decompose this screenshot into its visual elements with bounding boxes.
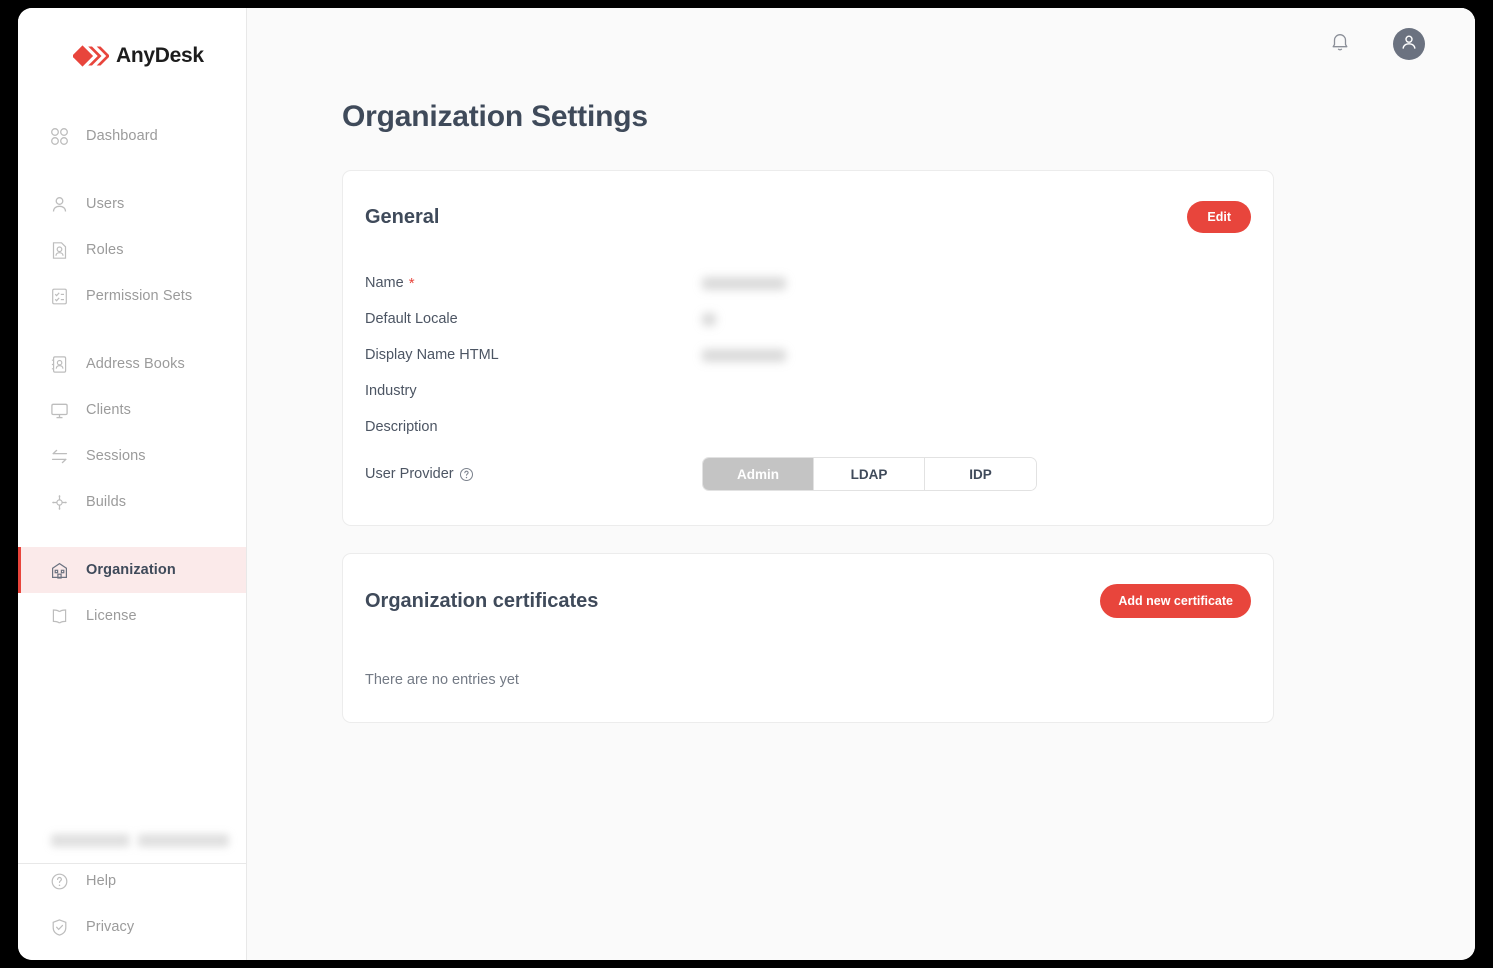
segment-ldap[interactable]: LDAP	[814, 458, 925, 490]
organization-building-icon	[49, 560, 70, 581]
nav-spacer	[18, 159, 246, 181]
license-book-icon	[49, 606, 70, 627]
field-label-text: Default Locale	[365, 311, 458, 327]
sidebar-item-permission-sets[interactable]: Permission Sets	[18, 273, 246, 319]
roles-icon	[49, 240, 70, 261]
sidebar-item-license[interactable]: License	[18, 593, 246, 639]
field-label-text: Industry	[365, 383, 417, 399]
field-label: Industry	[365, 383, 702, 399]
app-window: AnyDesk Dashboard	[18, 8, 1475, 960]
monitor-icon	[49, 400, 70, 421]
organization-certificates-card: Organization certificates Add new certif…	[342, 553, 1274, 723]
edit-button[interactable]: Edit	[1187, 201, 1251, 233]
sidebar-item-clients[interactable]: Clients	[18, 387, 246, 433]
field-label: Display Name HTML	[365, 347, 702, 363]
field-row-name: Name *	[365, 265, 1251, 301]
sidebar-item-label: Help	[86, 873, 116, 889]
sidebar-item-label: Sessions	[86, 448, 146, 464]
sidebar-item-organization[interactable]: Organization	[18, 547, 246, 593]
sidebar-item-label: License	[86, 608, 137, 624]
sidebar-nav-bottom: Help Privacy	[18, 858, 246, 950]
field-value-display-name-html	[702, 337, 786, 373]
page-title: Organization Settings	[247, 80, 1475, 134]
general-fields: Name * Default Locale	[365, 265, 1251, 497]
anydesk-logo-icon	[73, 45, 109, 67]
field-label: Name *	[365, 275, 702, 291]
general-card-header: General Edit	[365, 201, 1251, 233]
sidebar-item-label: Clients	[86, 402, 131, 418]
field-row-description: Description	[365, 409, 1251, 445]
nav-spacer	[18, 319, 246, 341]
notifications-button[interactable]	[1327, 31, 1353, 57]
segment-idp[interactable]: IDP	[925, 458, 1036, 490]
sidebar-item-dashboard[interactable]: Dashboard	[18, 113, 246, 159]
shield-check-icon	[49, 917, 70, 938]
sidebar-item-label: Builds	[86, 494, 126, 510]
sidebar-item-roles[interactable]: Roles	[18, 227, 246, 273]
question-circle-icon	[49, 871, 70, 892]
general-card-title: General	[365, 206, 439, 229]
nav-spacer	[18, 525, 246, 547]
sidebar-item-help[interactable]: Help	[18, 858, 246, 904]
grid-dots-icon	[49, 126, 70, 147]
field-label: User Provider	[365, 466, 702, 482]
sidebar-item-label: Organization	[86, 562, 176, 578]
sidebar-item-label: Users	[86, 196, 124, 212]
field-row-industry: Industry	[365, 373, 1251, 409]
sidebar-item-label: Permission Sets	[86, 288, 192, 304]
sessions-arrows-icon	[49, 446, 70, 467]
certificates-card-title: Organization certificates	[365, 590, 598, 613]
sidebar-item-label: Address Books	[86, 356, 185, 372]
bell-icon	[1329, 31, 1351, 58]
address-book-icon	[49, 354, 70, 375]
main-content: Organization Settings General Edit Name …	[247, 8, 1475, 960]
builds-icon	[49, 492, 70, 513]
redacted-value	[702, 349, 786, 362]
field-label-text: User Provider	[365, 466, 454, 482]
certificates-card-header: Organization certificates Add new certif…	[365, 584, 1251, 618]
brand-name: AnyDesk	[116, 44, 204, 68]
sidebar-item-label: Privacy	[86, 919, 134, 935]
account-email-redacted	[51, 834, 229, 847]
sidebar-item-privacy[interactable]: Privacy	[18, 904, 246, 950]
general-card: General Edit Name * Default Locale	[342, 170, 1274, 526]
user-icon	[49, 194, 70, 215]
field-row-default-locale: Default Locale	[365, 301, 1251, 337]
sidebar-item-label: Roles	[86, 242, 124, 258]
field-label-text: Description	[365, 419, 438, 435]
top-bar	[247, 8, 1475, 80]
required-asterisk: *	[409, 276, 415, 291]
field-label-text: Name	[365, 275, 404, 291]
user-avatar-icon	[1399, 32, 1419, 57]
certificates-empty-message: There are no entries yet	[365, 672, 1251, 688]
sidebar-nav-main: Dashboard Users	[18, 113, 246, 639]
sidebar-item-builds[interactable]: Builds	[18, 479, 246, 525]
user-provider-segmented-control[interactable]: Admin LDAP IDP	[702, 457, 1037, 491]
question-circle-icon[interactable]	[459, 467, 474, 482]
sidebar-item-sessions[interactable]: Sessions	[18, 433, 246, 479]
sidebar-item-address-books[interactable]: Address Books	[18, 341, 246, 387]
permission-sets-icon	[49, 286, 70, 307]
field-label: Default Locale	[365, 311, 702, 327]
add-new-certificate-button[interactable]: Add new certificate	[1100, 584, 1251, 618]
brand-logo[interactable]: AnyDesk	[18, 8, 246, 68]
field-value-name	[702, 265, 786, 301]
sidebar: AnyDesk Dashboard	[18, 8, 247, 960]
field-row-user-provider: User Provider Admin LDAP IDP	[365, 451, 1251, 497]
redacted-value	[702, 277, 786, 290]
field-label: Description	[365, 419, 702, 435]
sidebar-item-users[interactable]: Users	[18, 181, 246, 227]
avatar[interactable]	[1393, 28, 1425, 60]
field-value-default-locale	[702, 301, 716, 337]
segment-admin[interactable]: Admin	[703, 458, 814, 490]
redacted-value	[702, 313, 716, 326]
field-row-display-name-html: Display Name HTML	[365, 337, 1251, 373]
sidebar-item-label: Dashboard	[86, 128, 158, 144]
field-label-text: Display Name HTML	[365, 347, 499, 363]
